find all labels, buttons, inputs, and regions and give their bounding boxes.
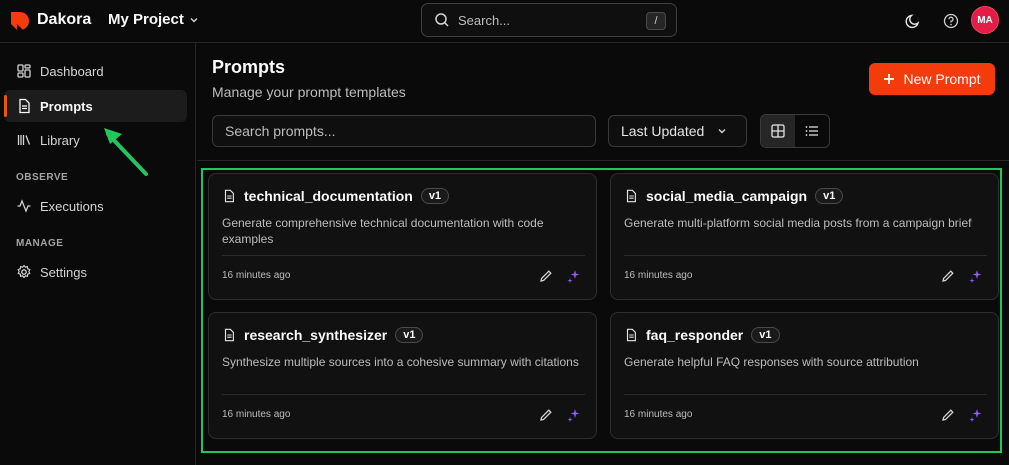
list-view-button[interactable] <box>795 115 829 147</box>
sidebar-item-prompts[interactable]: Prompts <box>4 90 187 122</box>
pencil-icon[interactable] <box>538 268 554 284</box>
search-shortcut-key: / <box>646 12 666 30</box>
sidebar-item-settings[interactable]: Settings <box>4 256 187 288</box>
prompt-description: Generate helpful FAQ responses with sour… <box>624 355 919 369</box>
page-subtitle: Manage your prompt templates <box>212 84 406 100</box>
sidebar: Dashboard Prompts Library OBSERVE Execut… <box>0 43 196 465</box>
prompt-card[interactable]: social_media_campaign v1 Generate multi-… <box>610 173 999 300</box>
prompt-name: technical_documentation <box>244 188 413 204</box>
grid-view-button[interactable] <box>761 115 795 147</box>
header-divider <box>197 160 1009 161</box>
user-avatar[interactable]: MA <box>971 6 999 34</box>
sparkles-icon[interactable] <box>566 268 582 284</box>
global-search-placeholder: Search... <box>458 12 511 28</box>
plus-icon <box>884 74 895 84</box>
card-divider <box>222 394 585 395</box>
new-prompt-button[interactable]: New Prompt <box>869 63 995 95</box>
pencil-icon[interactable] <box>940 407 956 423</box>
version-badge: v1 <box>420 188 450 204</box>
updated-time: 16 minutes ago <box>624 270 693 281</box>
grid-icon <box>771 124 785 138</box>
sidebar-item-label: Prompts <box>40 98 93 114</box>
card-divider <box>624 255 987 256</box>
version-badge: v1 <box>815 188 844 204</box>
main-content: Prompts Manage your prompt templates New… <box>197 43 1009 465</box>
prompt-name: social_media_campaign <box>646 188 808 204</box>
document-icon <box>224 189 234 203</box>
library-icon <box>17 135 31 145</box>
prompt-description: Synthesize multiple sources into a cohes… <box>222 355 579 369</box>
dakora-logo <box>11 12 29 30</box>
prompt-search-placeholder: Search prompts... <box>225 123 336 139</box>
view-toggle <box>760 114 830 148</box>
sort-value: Last Updated <box>621 123 705 139</box>
prompt-name: faq_responder <box>646 327 744 343</box>
theme-toggle-button[interactable] <box>903 11 923 31</box>
document-icon <box>224 328 234 342</box>
activity-icon <box>17 199 31 213</box>
chevron-down-icon <box>718 129 726 134</box>
project-name: My Project <box>108 11 184 28</box>
dashboard-icon <box>17 64 31 78</box>
annotation-arrow-icon <box>104 128 148 176</box>
document-icon <box>19 98 30 114</box>
moon-icon <box>905 14 920 29</box>
new-prompt-label: New Prompt <box>903 71 981 87</box>
prompt-card[interactable]: research_synthesizer v1 Synthesize multi… <box>208 312 597 439</box>
sidebar-item-executions[interactable]: Executions <box>4 190 187 222</box>
global-search[interactable]: Search... / <box>421 3 677 37</box>
sidebar-item-label: Executions <box>40 198 104 214</box>
card-divider <box>624 394 987 395</box>
prompt-search-input[interactable]: Search prompts... <box>212 115 596 147</box>
list-icon <box>805 126 818 136</box>
prompt-description: Generate multi-platform social media pos… <box>624 216 972 230</box>
document-icon <box>626 328 636 342</box>
sparkles-icon[interactable] <box>968 268 984 284</box>
gear-icon <box>17 264 31 279</box>
sidebar-item-library[interactable]: Library <box>4 124 187 156</box>
sidebar-item-label: Settings <box>40 264 87 280</box>
sparkles-icon[interactable] <box>566 407 582 423</box>
updated-time: 16 minutes ago <box>222 409 291 420</box>
card-divider <box>222 255 585 256</box>
sidebar-item-label: Dashboard <box>40 63 104 79</box>
updated-time: 16 minutes ago <box>624 409 693 420</box>
sidebar-item-dashboard[interactable]: Dashboard <box>4 55 187 87</box>
sort-select[interactable]: Last Updated <box>608 115 747 147</box>
help-icon <box>943 13 959 29</box>
chevron-down-icon <box>190 17 198 22</box>
help-button[interactable] <box>941 11 961 31</box>
pencil-icon[interactable] <box>538 407 554 423</box>
prompt-card[interactable]: technical_documentation v1 Generate comp… <box>208 173 597 300</box>
search-icon <box>435 13 449 27</box>
manage-heading: MANAGE <box>16 238 64 249</box>
pencil-icon[interactable] <box>940 268 956 284</box>
project-switcher[interactable]: My Project <box>108 11 200 28</box>
prompt-name: research_synthesizer <box>244 327 388 343</box>
prompt-card[interactable]: faq_responder v1 Generate helpful FAQ re… <box>610 312 999 439</box>
version-badge: v1 <box>395 327 424 343</box>
brand-name: Dakora <box>37 11 92 28</box>
prompt-description: Generate comprehensive technical documen… <box>222 216 544 246</box>
updated-time: 16 minutes ago <box>222 270 291 281</box>
document-icon <box>626 189 636 203</box>
top-bar: Dakora My Project Search... / MA <box>0 0 1009 43</box>
page-title: Prompts <box>212 57 286 77</box>
observe-heading: OBSERVE <box>16 172 69 183</box>
sidebar-item-label: Library <box>40 132 80 148</box>
version-badge: v1 <box>751 327 780 343</box>
sparkles-icon[interactable] <box>968 407 984 423</box>
